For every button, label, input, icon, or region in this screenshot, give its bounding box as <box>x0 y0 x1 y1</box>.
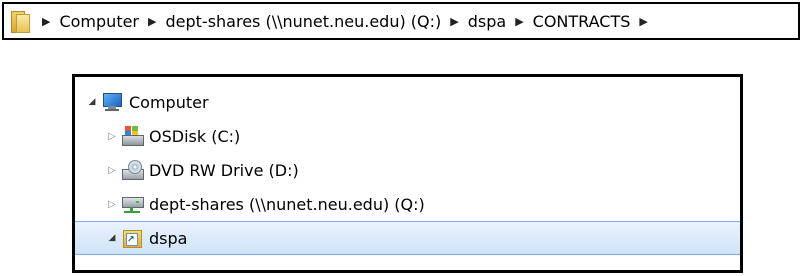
hard-disk-icon <box>121 126 144 146</box>
tree-item-computer[interactable]: ◢ Computer <box>75 85 740 119</box>
network-drive-icon <box>121 194 144 214</box>
tree-item-osdisk[interactable]: ▷ OSDisk (C:) <box>75 119 740 153</box>
breadcrumb-item-computer[interactable]: Computer <box>59 12 139 31</box>
expanded-arrow-icon[interactable]: ◢ <box>107 233 117 243</box>
collapsed-arrow-icon[interactable]: ▷ <box>107 131 117 142</box>
tree-item-label: OSDisk (C:) <box>149 126 241 146</box>
breadcrumb-separator-icon[interactable]: ▶ <box>148 15 156 28</box>
shortcut-folder-icon: ↗ <box>121 228 143 248</box>
address-bar[interactable]: ▶ Computer ▶ dept-shares (\\nunet.neu.ed… <box>2 2 800 40</box>
tree-item-dvd-drive[interactable]: ▷ DVD RW Drive (D:) <box>75 153 740 187</box>
breadcrumb-separator-icon[interactable]: ▶ <box>639 15 647 28</box>
expanded-arrow-icon[interactable]: ◢ <box>87 97 97 107</box>
computer-icon <box>101 92 123 112</box>
collapsed-arrow-icon[interactable]: ▷ <box>107 199 117 210</box>
dvd-drive-icon <box>121 160 144 180</box>
tree-item-label: DVD RW Drive (D:) <box>149 160 299 180</box>
breadcrumb-item-dept-shares[interactable]: dept-shares (\\nunet.neu.edu) (Q:) <box>165 12 441 31</box>
tree-item-label: Computer <box>129 92 209 112</box>
breadcrumb-separator-icon[interactable]: ▶ <box>515 15 523 28</box>
breadcrumb-item-contracts[interactable]: CONTRACTS <box>533 12 631 31</box>
tree-item-label: dept-shares (\\nunet.neu.edu) (Q:) <box>149 194 425 214</box>
folder-icon <box>10 10 30 33</box>
tree-item-label: dspa <box>149 228 188 248</box>
collapsed-arrow-icon[interactable]: ▷ <box>107 165 117 176</box>
breadcrumb-item-dspa[interactable]: dspa <box>468 12 506 31</box>
tree-item-dept-shares[interactable]: ▷ dept-shares (\\nunet.neu.edu) (Q:) <box>75 187 740 221</box>
breadcrumb-separator-icon[interactable]: ▶ <box>42 15 50 28</box>
navigation-tree: ◢ Computer ▷ OSDisk (C:) ▷ DVD RW Drive … <box>72 74 743 273</box>
tree-item-dspa[interactable]: ◢ ↗ dspa <box>75 221 740 255</box>
breadcrumb-separator-icon[interactable]: ▶ <box>450 15 458 28</box>
